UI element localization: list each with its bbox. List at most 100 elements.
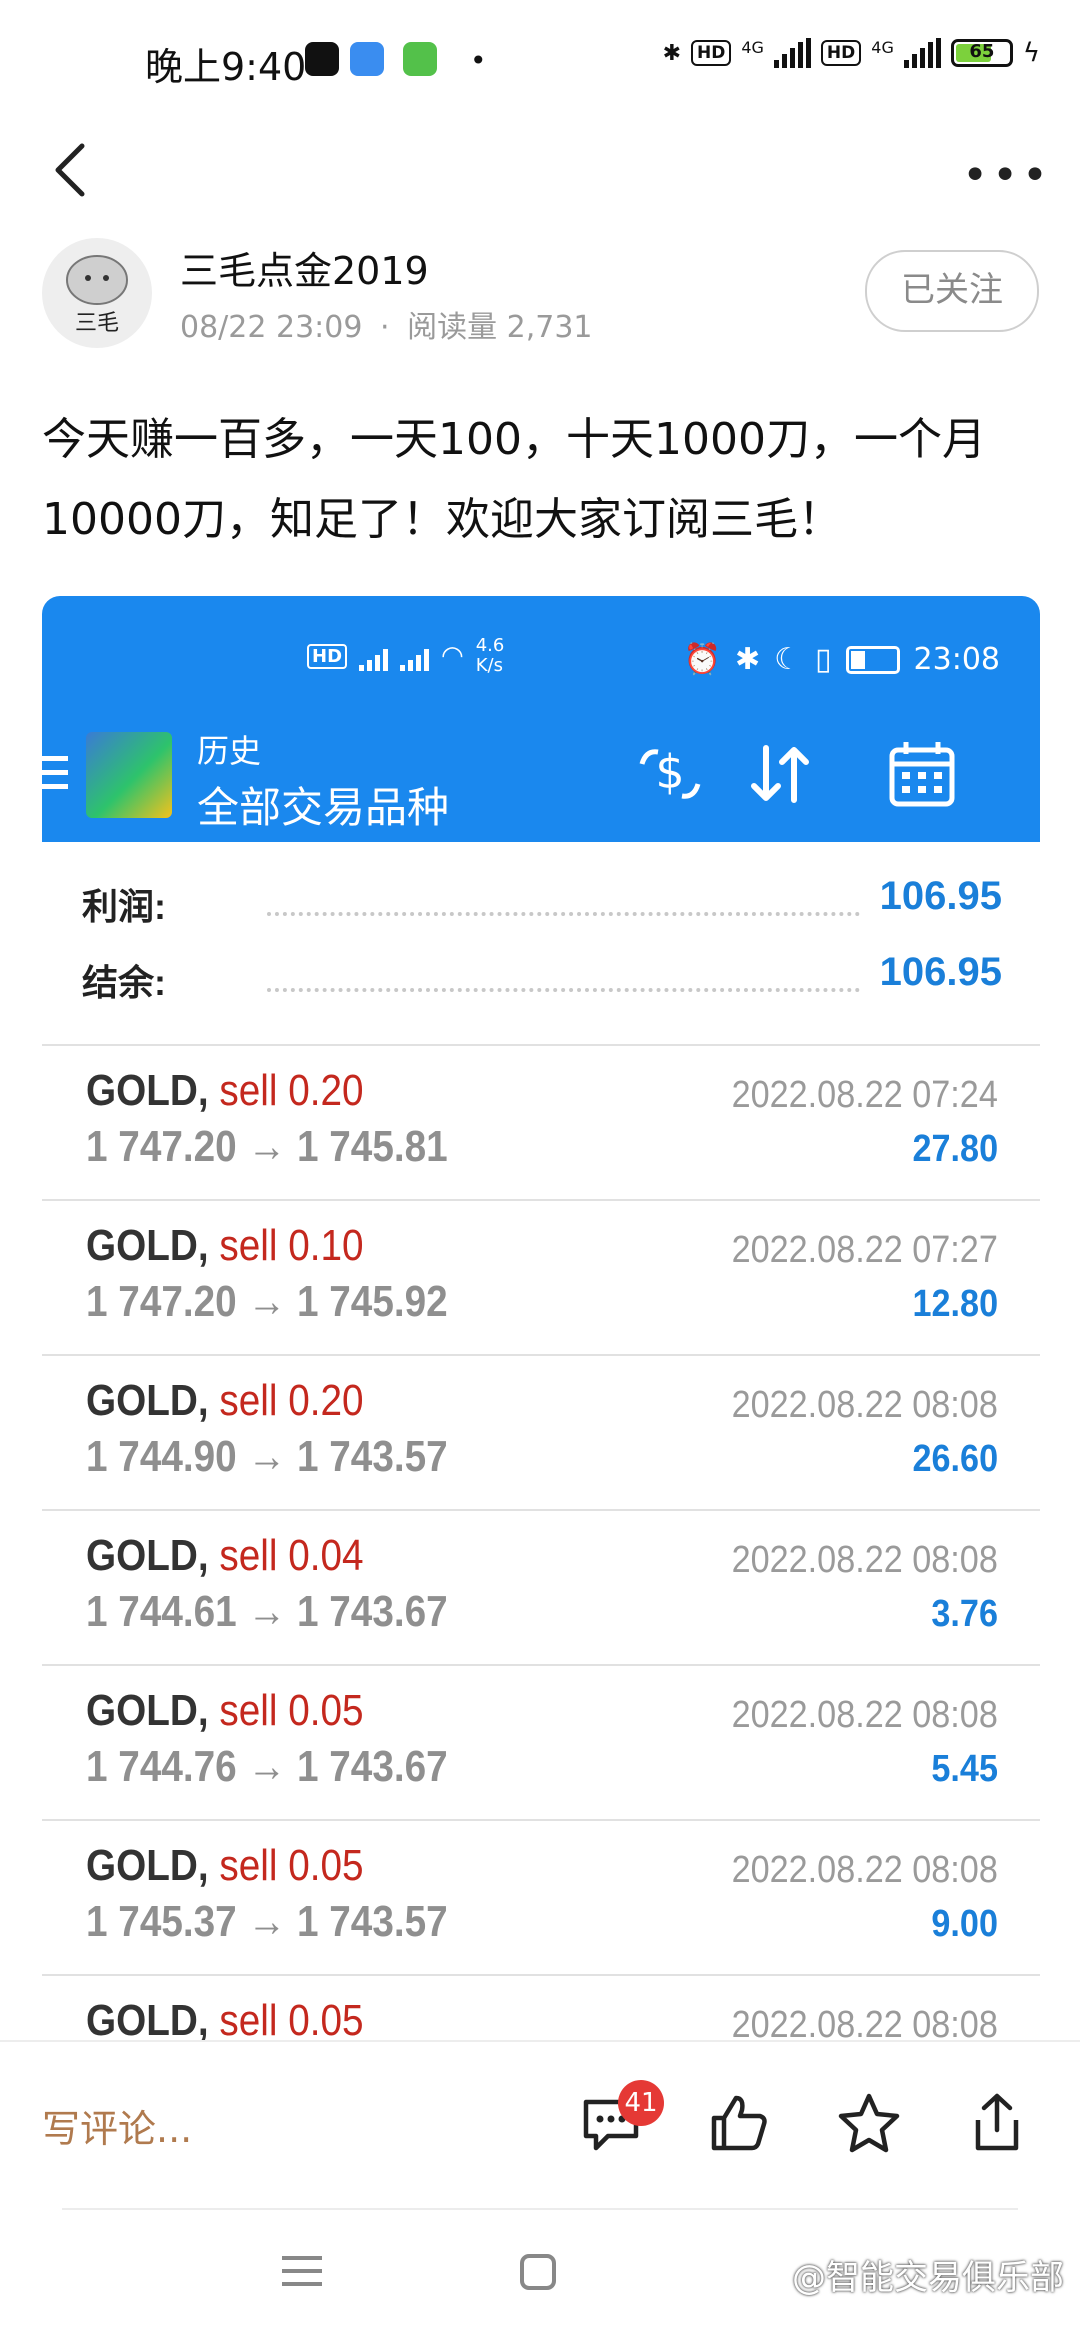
trade-profit: 5.45: [931, 1748, 998, 1790]
battery-icon: [845, 645, 900, 674]
trade-profit: 9.00: [931, 1903, 998, 1945]
trade-symbol: GOLD,: [86, 1686, 209, 1735]
charging-icon: ϟ: [1022, 38, 1040, 68]
trade-time: 2022.08.22 07:24: [731, 1074, 998, 1116]
trade-profit: 3.76: [931, 1593, 998, 1635]
signal-icon: [773, 38, 811, 68]
comment-input[interactable]: 写评论...: [42, 2098, 192, 2153]
trade-prices: 1 744.61 → 1 743.67: [86, 1587, 448, 1636]
status-right: ✱ HD 4G HD 4G 65 ϟ: [663, 38, 1040, 68]
trade-symbol: GOLD,: [86, 1376, 209, 1425]
dot-leader: [267, 988, 860, 992]
post-meta: 08/22 23:09 · 阅读量 2,731: [180, 310, 593, 345]
signal-icon: [903, 38, 941, 68]
comment-count-badge: 41: [618, 2080, 664, 2126]
mt-header: HD ◠ 4.6 K/s ⏰ ✱ ☾ ▯ 23:08 历史 全部交易品种 $: [42, 596, 1040, 842]
summary-profit: 利润: 106.95: [42, 868, 1040, 938]
more-notifications-dot: •: [470, 44, 487, 77]
trade-symbol: GOLD,: [86, 1841, 209, 1890]
mt-subtitle[interactable]: 全部交易品种: [197, 774, 449, 835]
summary-label: 结余:: [82, 962, 166, 1003]
trade-row[interactable]: GOLD, sell 0.05 2022.08.22 08:08: [42, 1974, 1040, 2046]
app-notification-icon: [403, 42, 437, 76]
read-count: 阅读量 2,731: [407, 310, 593, 345]
currency-exchange-icon[interactable]: $: [632, 736, 708, 812]
trade-time: 2022.08.22 08:08: [731, 1539, 998, 1581]
embedded-status-right: ⏰ ✱ ☾ ▯ 23:08: [684, 642, 1000, 677]
embedded-time: 23:08: [913, 642, 1000, 677]
trade-symbol: GOLD,: [86, 1066, 209, 1115]
trade-side: sell 0.20: [219, 1376, 364, 1425]
status-time: 晚上9:40: [145, 45, 307, 89]
trade-prices: 1 747.20 → 1 745.81: [86, 1122, 448, 1171]
trade-prices: 1 744.90 → 1 743.57: [86, 1432, 448, 1481]
network-type: 4G: [871, 38, 894, 57]
star-icon[interactable]: [836, 2090, 902, 2156]
trade-symbol: GOLD,: [86, 1996, 209, 2045]
trade-row[interactable]: GOLD, sell 0.10 1 747.20 → 1 745.92 2022…: [42, 1199, 1040, 1356]
alarm-icon: ⏰: [683, 642, 721, 677]
trade-prices: 1 745.37 → 1 743.57: [86, 1897, 448, 1946]
trade-time: 2022.08.22 08:08: [731, 1849, 998, 1891]
signal-icon: [400, 641, 430, 671]
chevron-left-icon[interactable]: [50, 140, 90, 200]
trade-time: 2022.08.22 07:27: [731, 1229, 998, 1271]
app-notification-icon: [350, 42, 384, 76]
calendar-icon[interactable]: [884, 736, 960, 812]
more-dots-icon[interactable]: •••: [962, 150, 1052, 201]
watermark: @智能交易俱乐部: [792, 2258, 1064, 2298]
trade-prices: 1 744.76 → 1 743.67: [86, 1742, 448, 1791]
menu-icon[interactable]: [42, 756, 68, 798]
embedded-status-left: HD ◠ 4.6 K/s: [307, 636, 516, 676]
battery-icon: 65: [950, 39, 1013, 67]
network-speed: 4.6 K/s: [475, 635, 505, 676]
hd-badge: HD: [691, 40, 732, 66]
trade-row[interactable]: GOLD, sell 0.04 1 744.61 → 1 743.67 2022…: [42, 1509, 1040, 1666]
summary-balance: 结余: 106.95: [42, 944, 1040, 1014]
mt-title: 历史: [197, 732, 262, 770]
metatrader-logo: [86, 732, 172, 818]
divider: [62, 2208, 1018, 2210]
thumbs-up-icon[interactable]: [706, 2090, 772, 2156]
status-bar: 晚上9:40 • ✱ HD 4G HD 4G 65 ϟ: [0, 0, 1080, 120]
svg-text:三毛: 三毛: [75, 311, 119, 336]
author-name[interactable]: 三毛点金2019: [180, 240, 429, 295]
svg-text:$: $: [655, 745, 684, 799]
summary-value: 106.95: [879, 874, 1002, 918]
trade-side: sell 0.05: [219, 1686, 364, 1735]
wifi-icon: ◠: [441, 641, 464, 671]
trade-side: sell 0.20: [219, 1066, 364, 1115]
nfc-icon: [305, 42, 339, 76]
trade-time: 2022.08.22 08:08: [731, 1384, 998, 1426]
bluetooth-icon: ✱: [662, 40, 681, 66]
system-menu-icon[interactable]: [282, 2256, 322, 2295]
trade-row[interactable]: GOLD, sell 0.05 1 745.37 → 1 743.57 2022…: [42, 1819, 1040, 1976]
post-image[interactable]: HD ◠ 4.6 K/s ⏰ ✱ ☾ ▯ 23:08 历史 全部交易品种 $ 利…: [42, 596, 1040, 2046]
trade-row[interactable]: GOLD, sell 0.20 1 744.90 → 1 743.57 2022…: [42, 1354, 1040, 1511]
signal-icon: [359, 641, 389, 671]
follow-button[interactable]: 已关注: [865, 250, 1039, 332]
network-type: 4G: [741, 38, 764, 57]
trade-row[interactable]: GOLD, sell 0.20 1 747.20 → 1 745.81 2022…: [42, 1044, 1040, 1201]
trade-symbol: GOLD,: [86, 1531, 209, 1580]
vibrate-icon: ▯: [815, 642, 832, 677]
hd-badge: HD: [820, 40, 862, 66]
trade-side: sell 0.04: [219, 1531, 364, 1580]
share-icon[interactable]: [964, 2090, 1030, 2156]
post-date: 08/22 23:09: [180, 310, 363, 345]
post-text: 今天赚一百多，一天100，十天1000刀，一个月10000刀，知足了！欢迎大家订…: [42, 414, 986, 545]
summary-value: 106.95: [879, 950, 1002, 994]
trade-side: sell 0.05: [219, 1996, 364, 2045]
trade-side: sell 0.05: [219, 1841, 364, 1890]
summary-label: 利润:: [82, 886, 166, 927]
moon-icon: ☾: [774, 642, 802, 677]
system-home-icon[interactable]: [520, 2254, 556, 2290]
trade-side: sell 0.10: [219, 1221, 364, 1270]
trade-profit: 26.60: [912, 1438, 998, 1480]
trade-profit: 12.80: [912, 1283, 998, 1325]
sort-icon[interactable]: [742, 736, 818, 812]
trade-row[interactable]: GOLD, sell 0.05 1 744.76 → 1 743.67 2022…: [42, 1664, 1040, 1821]
avatar[interactable]: 三毛: [42, 238, 152, 348]
trade-time: 2022.08.22 08:08: [731, 1694, 998, 1736]
trade-prices: 1 747.20 → 1 745.92: [86, 1277, 448, 1326]
